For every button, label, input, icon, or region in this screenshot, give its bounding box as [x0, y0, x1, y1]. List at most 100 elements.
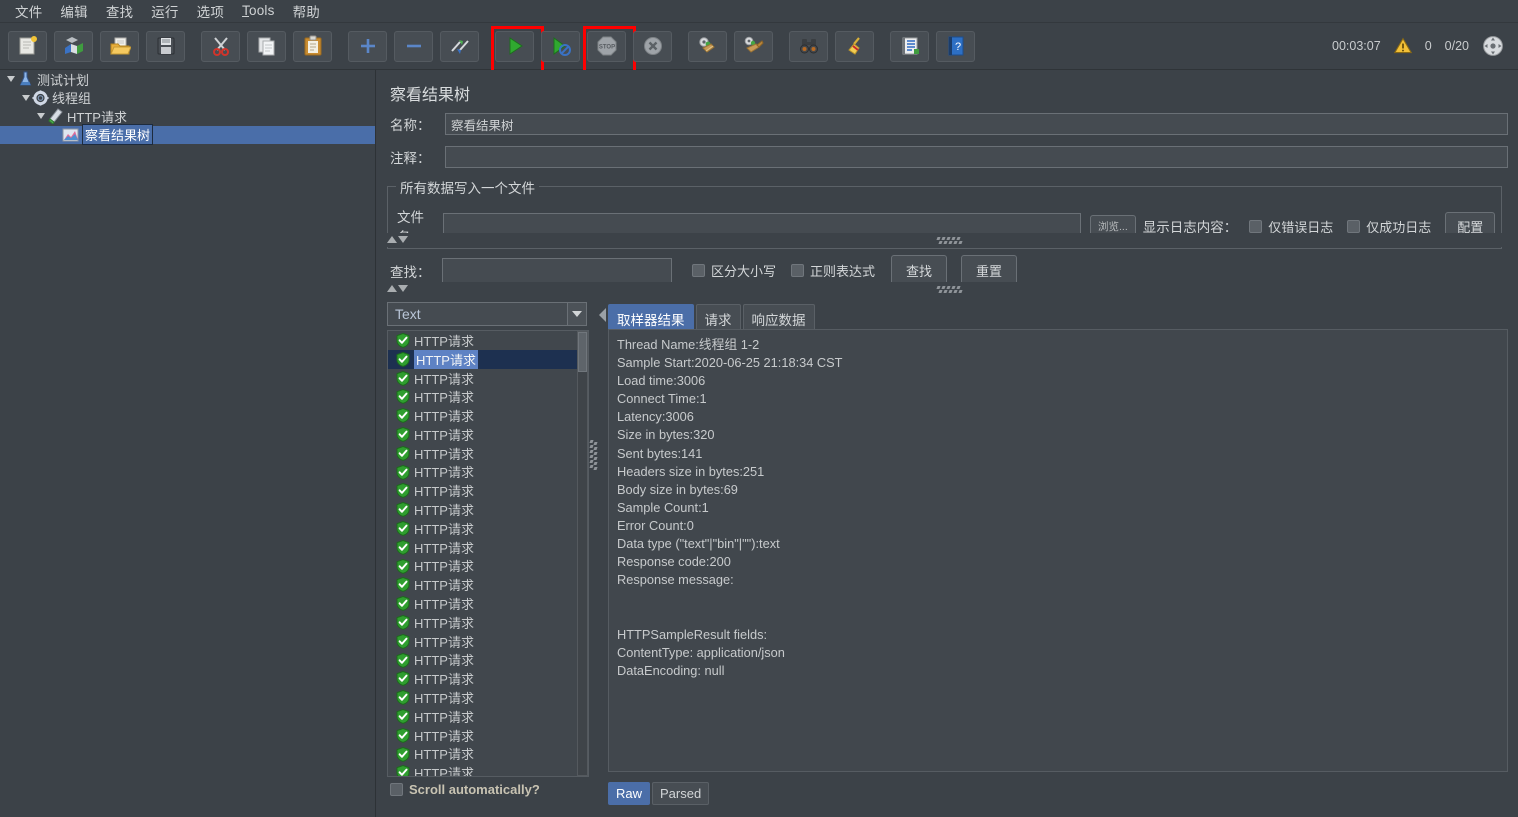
tab-raw[interactable]: Raw — [608, 782, 650, 805]
case-sensitive-checkbox[interactable] — [692, 264, 705, 277]
tree-node-3[interactable]: 察看结果树 — [0, 126, 375, 145]
search-button[interactable] — [789, 31, 828, 62]
list-item[interactable]: HTTP请求 — [388, 651, 588, 670]
splitter-top-arrows[interactable] — [387, 236, 408, 243]
results-list[interactable]: HTTP请求HTTP请求HTTP请求HTTP请求HTTP请求HTTP请求HTTP… — [387, 330, 589, 777]
log-viewer-button[interactable] — [890, 31, 929, 62]
tree-node-1[interactable]: 线程组 — [0, 89, 375, 108]
list-item[interactable]: HTTP请求 — [388, 463, 588, 482]
list-item[interactable]: HTTP请求 — [388, 500, 588, 519]
scroll-automatically-checkbox[interactable] — [390, 783, 403, 796]
tree-node-0[interactable]: 测试计划 — [0, 70, 375, 89]
list-item[interactable]: HTTP请求 — [388, 763, 588, 777]
errors-only-checkbox[interactable] — [1249, 220, 1262, 233]
toggle-button[interactable] — [440, 31, 479, 62]
view-tabstrip[interactable]: RawParsed — [608, 782, 711, 805]
list-item[interactable]: HTTP请求 — [388, 387, 588, 406]
tree-node-2[interactable]: HTTP请求 — [0, 107, 375, 126]
clear-button[interactable] — [688, 31, 727, 62]
results-list-scroll-thumb[interactable] — [578, 332, 587, 372]
thread-status-icon[interactable] — [1482, 35, 1504, 57]
list-item[interactable]: HTTP请求 — [388, 481, 588, 500]
test-plan-tree[interactable]: 测试计划线程组HTTP请求察看结果树 — [0, 70, 376, 817]
chevron-down-icon[interactable] — [567, 303, 586, 325]
list-item[interactable]: HTTP请求 — [388, 669, 588, 688]
regex-checkbox[interactable] — [791, 264, 804, 277]
shutdown-button[interactable] — [633, 31, 672, 62]
help-button[interactable]: ? — [936, 31, 975, 62]
list-item[interactable]: HTTP请求 — [388, 707, 588, 726]
success-shield-icon — [396, 352, 410, 367]
menu-tools[interactable]: Tools — [233, 1, 284, 21]
splitter-top[interactable] — [377, 233, 1518, 247]
splitter-middle-up-arrow[interactable] — [387, 285, 397, 292]
scroll-automatically-wrap[interactable]: Scroll automatically? — [390, 782, 540, 797]
success-shield-icon — [396, 371, 410, 386]
tree-expand-arrow-icon[interactable] — [19, 91, 32, 104]
collapse-button[interactable] — [394, 31, 433, 62]
list-item[interactable]: HTTP请求 — [388, 575, 588, 594]
splitter-middle[interactable] — [377, 282, 1518, 296]
list-item[interactable]: HTTP请求 — [388, 538, 588, 557]
list-item[interactable]: HTTP请求 — [388, 425, 588, 444]
menu-search[interactable]: 查找 — [97, 0, 142, 24]
comment-input[interactable] — [445, 146, 1508, 168]
splitter-down-arrow[interactable] — [398, 236, 408, 243]
stop-button[interactable]: STOP — [587, 31, 626, 62]
find-input[interactable] — [442, 258, 672, 284]
menu-run[interactable]: 运行 — [142, 0, 187, 24]
menu-edit[interactable]: 编辑 — [51, 0, 96, 24]
case-sensitive-checkbox-wrap[interactable]: 区分大小写 — [692, 261, 776, 280]
list-item[interactable]: HTTP请求 — [388, 369, 588, 388]
clear-all-button[interactable] — [734, 31, 773, 62]
menu-file[interactable]: 文件 — [6, 0, 51, 24]
list-item[interactable]: HTTP请求 — [388, 350, 588, 369]
new-test-plan-button[interactable] — [8, 31, 47, 62]
success-shield-icon — [396, 502, 410, 517]
result-line: Size in bytes:320 — [617, 426, 1499, 444]
menu-options[interactable]: 选项 — [188, 0, 233, 24]
menu-help[interactable]: 帮助 — [284, 0, 329, 24]
reset-search-button[interactable] — [835, 31, 874, 62]
splitter-top-grip[interactable] — [937, 237, 967, 244]
splitter-vertical-grip[interactable] — [590, 440, 597, 474]
expand-button[interactable] — [348, 31, 387, 62]
open-button[interactable] — [100, 31, 139, 62]
list-item[interactable]: HTTP请求 — [388, 726, 588, 745]
list-item-label: HTTP请求 — [414, 575, 474, 594]
tab-scroll-left-icon[interactable] — [599, 308, 606, 322]
start-no-pauses-button[interactable] — [541, 31, 580, 62]
cut-button[interactable] — [201, 31, 240, 62]
templates-button[interactable] — [54, 31, 93, 62]
list-item[interactable]: HTTP请求 — [388, 519, 588, 538]
list-item[interactable]: HTTP请求 — [388, 613, 588, 632]
regex-checkbox-wrap[interactable]: 正则表达式 — [791, 261, 875, 280]
splitter-middle-down-arrow[interactable] — [398, 285, 408, 292]
list-item[interactable]: HTTP请求 — [388, 745, 588, 764]
list-item[interactable]: HTTP请求 — [388, 557, 588, 576]
splitter-vertical[interactable] — [589, 330, 599, 777]
list-item[interactable]: HTTP请求 — [388, 331, 588, 350]
save-button[interactable] — [146, 31, 185, 62]
start-button[interactable] — [495, 31, 534, 62]
splitter-middle-grip[interactable] — [937, 286, 967, 293]
list-item[interactable]: HTTP请求 — [388, 444, 588, 463]
successes-only-checkbox[interactable] — [1347, 220, 1360, 233]
splitter-up-arrow[interactable] — [387, 236, 397, 243]
list-item-label: HTTP请求 — [414, 594, 474, 613]
renderer-select[interactable]: Text — [387, 302, 587, 326]
tree-expand-arrow-icon[interactable] — [4, 73, 17, 86]
sampler-result-content[interactable]: Thread Name:线程组 1-2Sample Start:2020-06-… — [608, 329, 1508, 772]
list-item[interactable]: HTTP请求 — [388, 406, 588, 425]
list-item[interactable]: HTTP请求 — [388, 594, 588, 613]
list-item[interactable]: HTTP请求 — [388, 632, 588, 651]
warning-icon[interactable] — [1394, 37, 1412, 55]
name-input[interactable] — [445, 113, 1508, 135]
paste-button[interactable] — [293, 31, 332, 62]
list-item[interactable]: HTTP请求 — [388, 688, 588, 707]
tab-parsed[interactable]: Parsed — [652, 782, 709, 805]
splitter-middle-arrows[interactable] — [387, 285, 408, 292]
copy-button[interactable] — [247, 31, 286, 62]
tree-expand-arrow-icon[interactable] — [34, 110, 47, 123]
results-list-scrollbar[interactable] — [577, 331, 588, 776]
